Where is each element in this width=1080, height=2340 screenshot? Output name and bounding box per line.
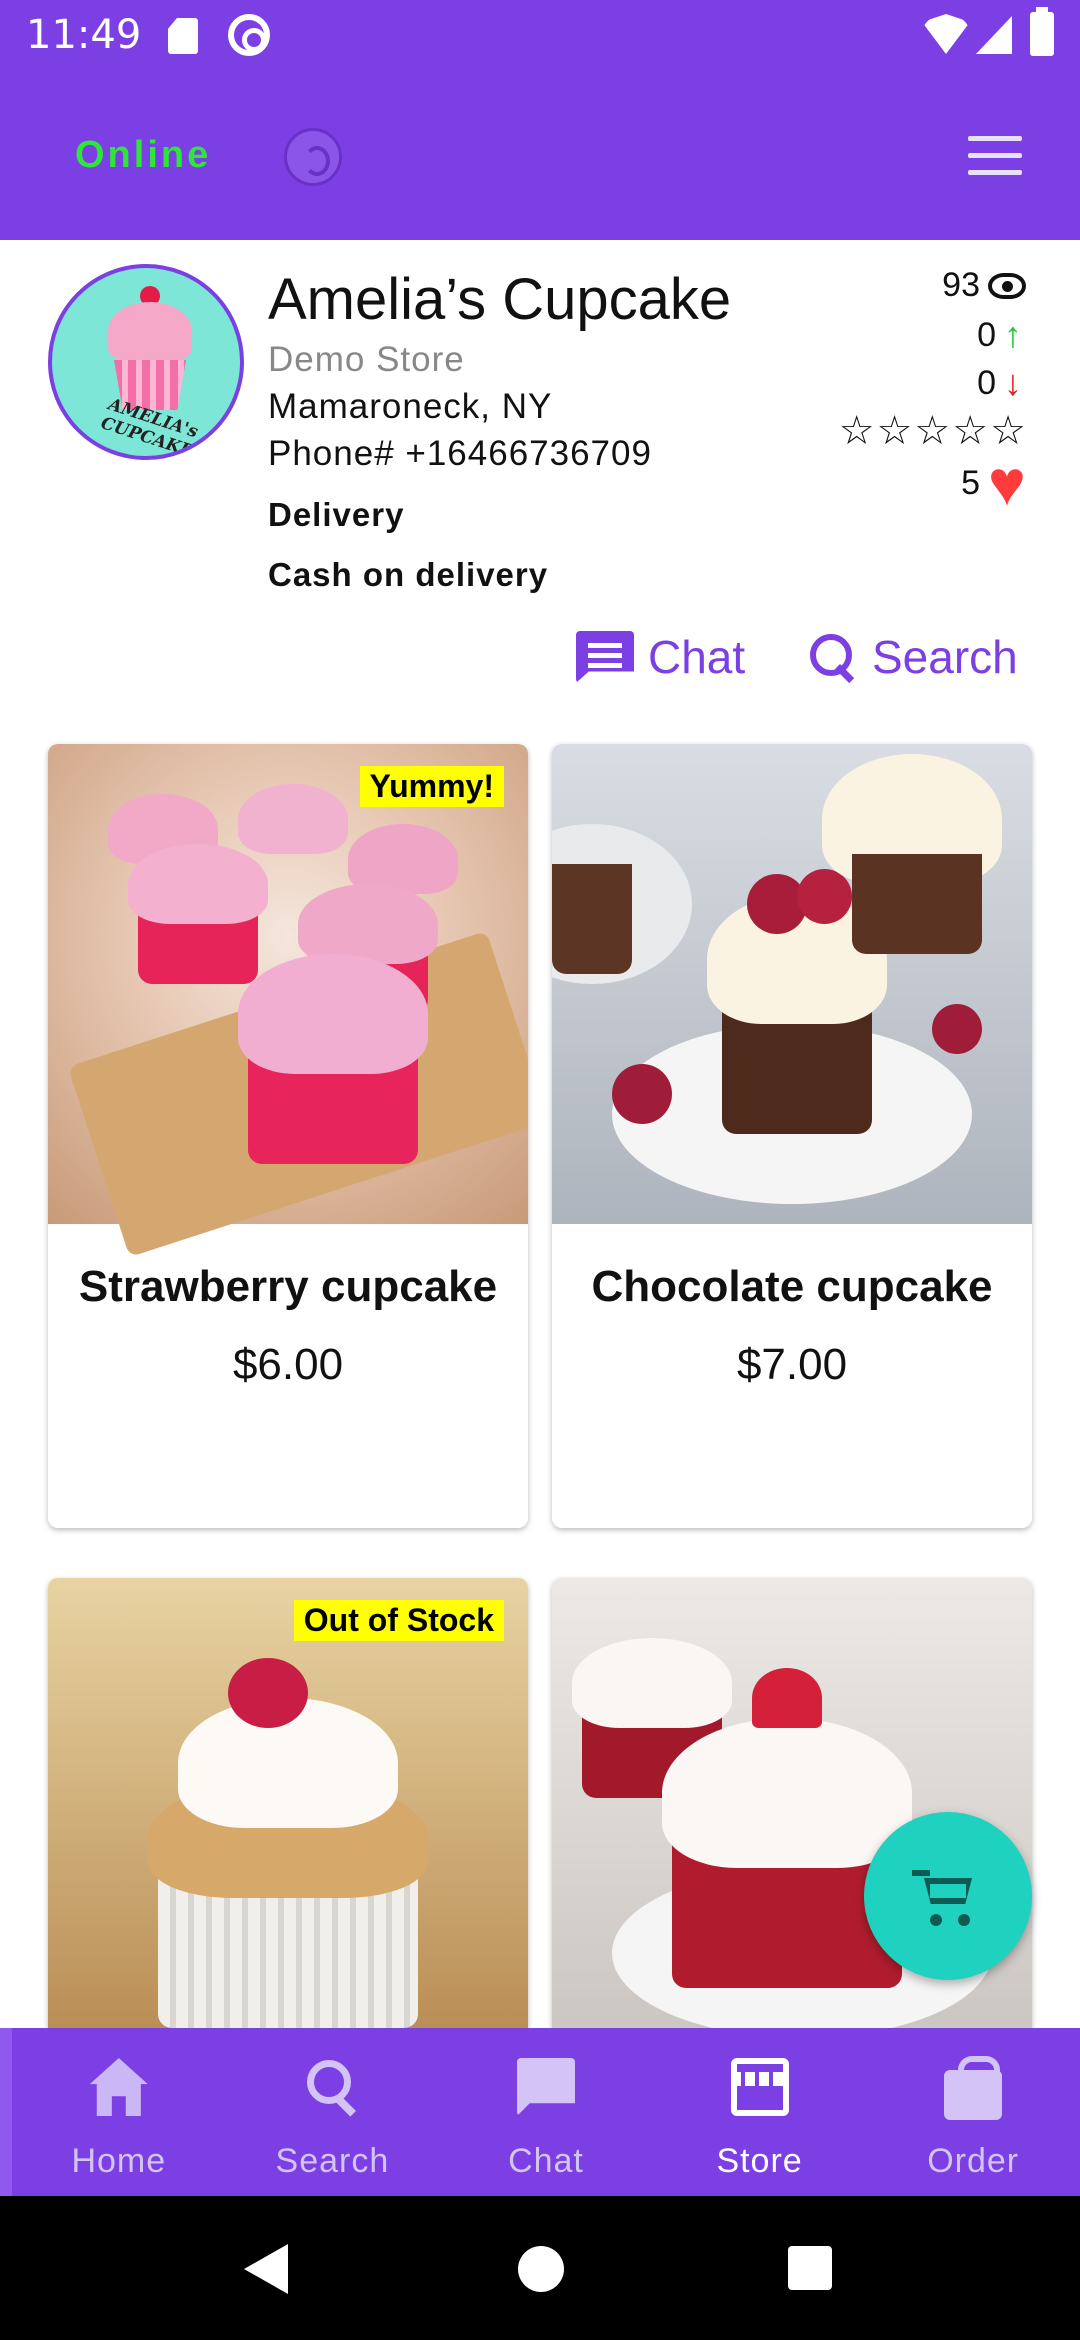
favorites-value: 5 [961, 463, 980, 502]
heart-icon[interactable]: ♥ [988, 451, 1026, 515]
arrow-down-icon: ↓ [1004, 362, 1022, 403]
views-value: 93 [942, 266, 980, 304]
nav-chat-label: Chat [508, 2142, 584, 2180]
store-icon [730, 2058, 789, 2116]
product-photo: Yummy! [48, 744, 528, 1258]
views-count: 93 [942, 266, 1026, 305]
chat-button[interactable]: Chat [576, 630, 745, 684]
back-icon[interactable] [244, 2244, 288, 2294]
app-bar: Online [0, 72, 1080, 240]
product-name: Strawberry cupcake [78, 1262, 498, 1311]
product-photo: Out of Stock [48, 1578, 528, 2028]
store-subtitle: Demo Store [268, 340, 465, 379]
menu-icon[interactable] [968, 136, 1022, 176]
cart-fab[interactable] [864, 1812, 1032, 1980]
broadcast-icon[interactable] [284, 128, 342, 186]
chat-icon [516, 2058, 575, 2116]
upvotes-value: 0 [977, 315, 996, 354]
store-phone[interactable]: Phone# +16466736709 [268, 434, 652, 474]
nav-store[interactable]: Store [653, 2028, 867, 2196]
recents-icon[interactable] [788, 2246, 832, 2290]
upvotes-count: 0 ↑ [977, 314, 1022, 356]
store-name: Amelia’s Cupcake [268, 267, 732, 332]
product-badge: Yummy! [359, 766, 504, 807]
system-nav-bar [0, 2196, 1080, 2340]
nav-home[interactable]: Home [12, 2028, 226, 2196]
payment-option: Cash on delivery [268, 556, 549, 593]
favorites-count[interactable]: 5 ♥ [961, 451, 1026, 515]
chat-icon [576, 631, 634, 683]
wifi-icon [922, 14, 970, 54]
product-card[interactable]: Chocolate cupcake $7.00 [552, 744, 1032, 1528]
status-bar: 11:49 [0, 0, 1080, 72]
downvotes-count: 0 ↓ [977, 362, 1022, 404]
arrow-up-icon: ↑ [1004, 314, 1022, 355]
nav-order[interactable]: Order [866, 2028, 1080, 2196]
at-sign-icon [228, 14, 270, 56]
sd-card-icon [168, 18, 198, 54]
nav-home-label: Home [71, 2142, 167, 2180]
search-button[interactable]: Search [808, 630, 1018, 684]
bag-icon [944, 2056, 1003, 2120]
search-icon [808, 632, 858, 682]
delivery-option: Delivery [268, 496, 405, 533]
bottom-nav: Home Search Chat Store Order [0, 2028, 1080, 2196]
chat-label: Chat [648, 631, 746, 683]
home-button-icon[interactable] [518, 2246, 564, 2292]
product-badge: Out of Stock [293, 1600, 504, 1641]
nav-order-label: Order [927, 2142, 1020, 2180]
online-status[interactable]: Online [75, 134, 211, 177]
nav-search[interactable]: Search [226, 2028, 440, 2196]
product-name: Chocolate cupcake [591, 1262, 993, 1311]
product-photo [552, 744, 1032, 1224]
store-logo: AMELIA's CUPCAKE [48, 264, 244, 460]
downvotes-value: 0 [977, 363, 996, 402]
store-location: Mamaroneck, NY [268, 387, 553, 426]
product-price: $6.00 [232, 1340, 344, 1389]
home-icon [89, 2058, 148, 2116]
cell-signal-icon [976, 16, 1012, 54]
nav-search-label: Search [275, 2142, 390, 2180]
search-icon [303, 2058, 361, 2116]
eye-icon [988, 272, 1026, 299]
product-price: $7.00 [736, 1340, 848, 1389]
search-label: Search [872, 631, 1018, 683]
product-card[interactable]: Yummy! Strawberry cupcake $6.00 [48, 744, 528, 1528]
nav-store-label: Store [716, 2142, 803, 2180]
battery-icon [1030, 7, 1054, 56]
product-card[interactable]: Out of Stock [48, 1578, 528, 2028]
cart-icon [912, 1864, 982, 1926]
status-time: 11:49 [26, 12, 142, 58]
nav-chat[interactable]: Chat [439, 2028, 653, 2196]
